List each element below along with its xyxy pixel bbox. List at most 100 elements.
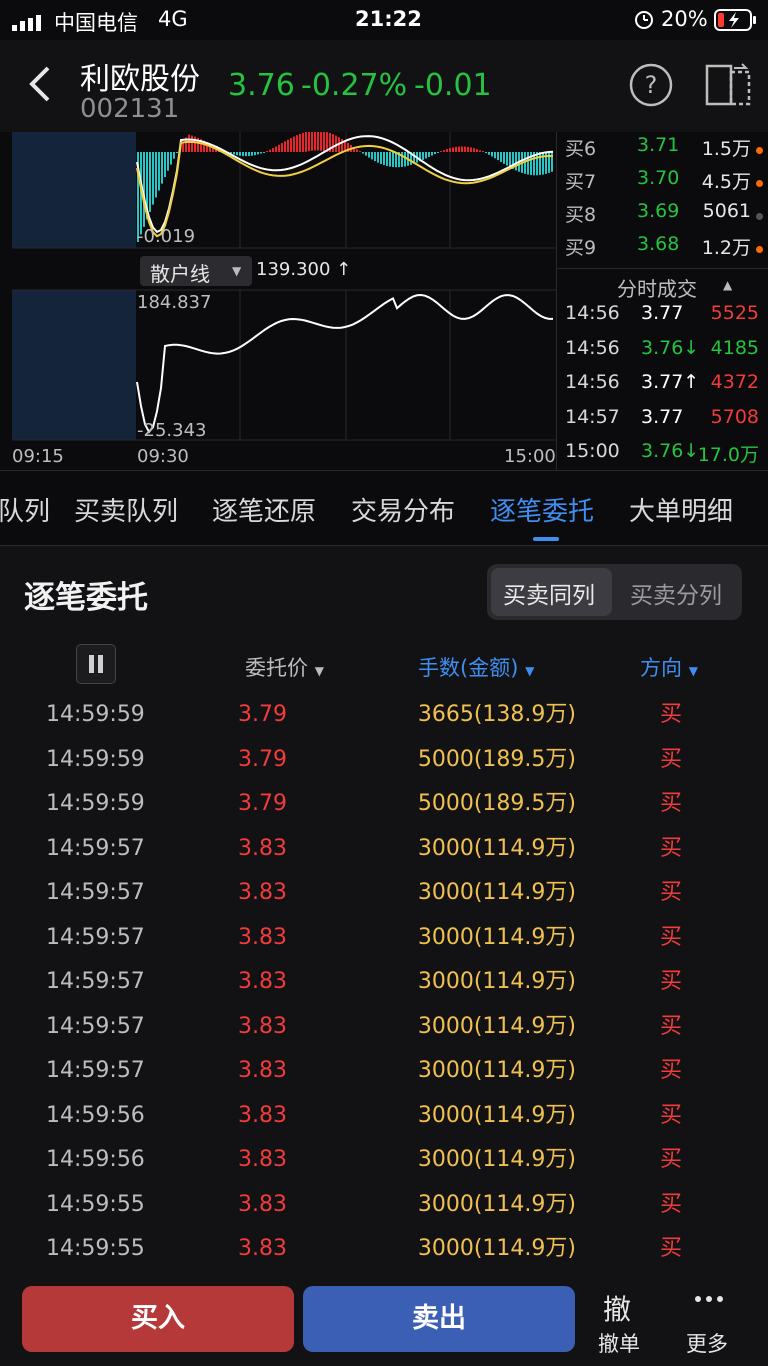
order-price: 3.79 (238, 702, 287, 727)
order-volume: 5000(189.5万) (417, 791, 576, 816)
split-screen-icon[interactable] (704, 62, 752, 112)
money-flow-bar (389, 152, 391, 167)
money-flow-bar (284, 141, 286, 152)
order-volume: 3000(114.9万) (417, 1191, 576, 1217)
money-flow-bar (452, 147, 454, 152)
help-icon[interactable]: ? (628, 62, 674, 112)
chart-top-min-label: -0.019 (137, 226, 196, 247)
tab-tick-restore[interactable]: 逐笔还原 (212, 491, 316, 528)
tick-order-section: 逐笔委托 买卖同列 买卖分列 委托价 ▼ 手数(金额) ▼ 方向 ▼ 14:59… (0, 546, 768, 1286)
order-time: 14:59:56 (46, 1147, 145, 1172)
more-dots-icon[interactable] (694, 1286, 724, 1316)
sell-button[interactable]: 卖出 (303, 1286, 575, 1352)
tick-header[interactable]: 分时成交 ▲ (557, 268, 768, 302)
order-time: 14:59:57 (46, 924, 145, 950)
tab-tick-orders[interactable]: 逐笔委托 (490, 491, 594, 528)
money-flow-bar (302, 132, 304, 152)
order-volume: 3000(114.9万) (417, 835, 576, 861)
order-price: 3.83 (238, 969, 287, 994)
column-header-volume[interactable]: 手数(金额) ▼ (418, 652, 534, 682)
order-row: 14:59:57 3.83 3000(114.9万) 买 (0, 871, 768, 915)
money-flow-bar (248, 152, 250, 157)
intraday-chart[interactable]: -0.019 散户线 ▼ 139.300 ↑ 184.837 -25.343 0… (0, 132, 556, 470)
order-direction: 买 (660, 1013, 683, 1039)
cancel-order-button[interactable]: 撤单 (598, 1328, 640, 1358)
money-flow-bar (272, 148, 274, 152)
money-flow-bar (386, 152, 388, 166)
order-row: 14:59:57 3.83 3000(114.9万) 买 (0, 960, 768, 1004)
order-time: 14:59:57 (46, 969, 145, 994)
tick-row: 14:57 3.77 5708 (557, 406, 768, 440)
order-time: 14:59:59 (46, 702, 145, 727)
money-flow-bar (479, 150, 481, 152)
money-flow-bar (485, 152, 487, 154)
tick-row: 14:56 3.77↑ 4372 (557, 371, 768, 405)
x-axis-label-0915: 09:15 (12, 446, 64, 467)
money-flow-bar (320, 132, 322, 151)
money-flow-bar (425, 152, 427, 159)
tab-trade-distribution[interactable]: 交易分布 (351, 491, 455, 528)
money-flow-bar (266, 151, 268, 152)
column-header-price[interactable]: 委托价 ▼ (245, 652, 324, 682)
money-flow-bar (422, 152, 424, 160)
order-price: 3.83 (238, 1191, 287, 1217)
cancel-order-icon[interactable]: 撤 (603, 1288, 631, 1328)
segment-same-column[interactable]: 买卖同列 (503, 576, 595, 610)
money-flow-bar (245, 152, 247, 157)
tab-buy-sell-queue[interactable]: 买卖队列 (74, 491, 178, 528)
money-flow-bar (356, 149, 358, 152)
more-button[interactable]: 更多 (686, 1328, 728, 1358)
money-flow-bar (497, 152, 499, 161)
alarm-icon (634, 8, 654, 35)
money-flow-bar (404, 152, 406, 167)
money-flow-bar (392, 152, 394, 168)
segment-split-column[interactable]: 买卖分列 (630, 576, 722, 610)
order-time: 14:59:57 (46, 880, 145, 905)
book-level-label: 买9 (565, 237, 597, 259)
money-flow-bar (551, 152, 553, 172)
view-mode-toggle: 买卖同列 买卖分列 (487, 564, 742, 620)
status-bar: 中国电信 4G 21:22 20% (0, 0, 768, 40)
money-flow-bar (257, 152, 259, 155)
tab-queue[interactable]: 队列 (0, 491, 50, 528)
clock: 21:22 (355, 7, 422, 31)
book-level-price: 3.69 (637, 200, 680, 222)
money-flow-bar (260, 152, 262, 154)
stock-header: 利欧股份 002131 3.76 -0.27% -0.01 ? (0, 40, 768, 132)
money-flow-bar (503, 152, 505, 164)
order-book-row: 买8 3.69 5061 (557, 200, 768, 233)
tick-price: 3.77↑ (641, 371, 700, 393)
buy-button[interactable]: 买入 (22, 1286, 294, 1352)
money-flow-bar (473, 148, 475, 152)
money-flow-bar (152, 152, 154, 205)
order-row: 14:59:56 3.83 3000(114.9万) 买 (0, 1138, 768, 1182)
tab-big-orders[interactable]: 大单明细 (629, 491, 733, 528)
column-header-direction[interactable]: 方向 ▼ (640, 652, 698, 682)
order-price: 3.83 (238, 835, 287, 861)
money-flow-bar (251, 152, 253, 156)
money-flow-bar (239, 152, 241, 156)
order-row: 14:59:55 3.83 3000(114.9万) 买 (0, 1227, 768, 1271)
order-row: 14:59:59 3.79 5000(189.5万) 买 (0, 782, 768, 826)
money-flow-bar (443, 150, 445, 152)
carrier-name: 中国电信 (54, 11, 138, 35)
money-flow-bar (464, 146, 466, 152)
money-flow-bar (374, 152, 376, 162)
bottom-action-bar: 买入 卖出 撤 撤单 更多 (0, 1286, 768, 1366)
order-price: 3.83 (238, 1058, 287, 1083)
indicator-selector[interactable]: 散户线 ▼ (140, 256, 252, 286)
tick-time: 14:56 (565, 336, 620, 359)
money-flow-bar (380, 152, 382, 164)
money-flow-bar (437, 152, 439, 153)
column-header-direction-label: 方向 (640, 656, 682, 680)
pause-button[interactable] (76, 644, 116, 684)
money-flow-bar (494, 152, 496, 159)
order-direction: 买 (660, 1147, 683, 1172)
section-title: 逐笔委托 (24, 580, 148, 616)
money-flow-bar (308, 132, 310, 152)
order-row: 14:59:57 3.83 3000(114.9万) 买 (0, 1005, 768, 1049)
money-flow-bar (431, 152, 433, 156)
tick-time: 14:56 (565, 371, 620, 393)
money-flow-bar (335, 135, 337, 152)
back-arrow-icon[interactable] (26, 64, 52, 108)
